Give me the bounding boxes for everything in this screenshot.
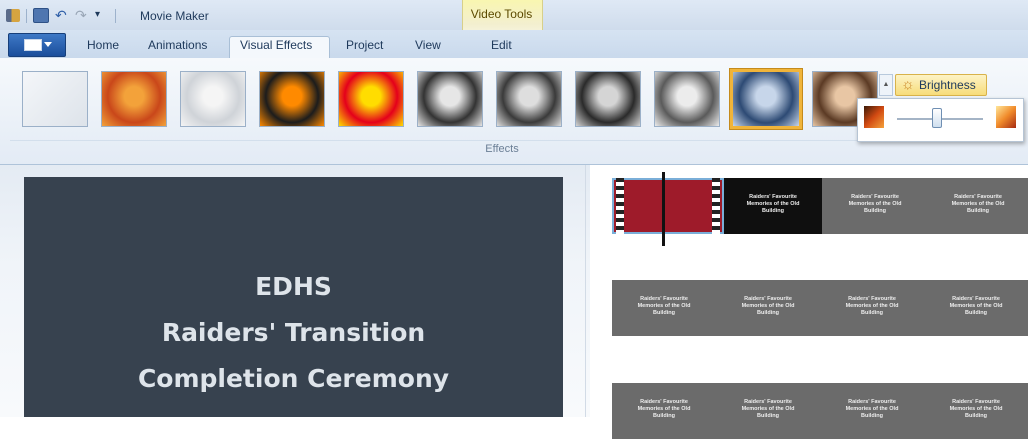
frame-caption-line: Raiders' Favourite bbox=[640, 399, 688, 405]
group-separator bbox=[10, 140, 994, 141]
storyboard-frame[interactable]: Raiders' Favourite Memories of the Old Bui… bbox=[924, 280, 1028, 336]
save-icon[interactable] bbox=[33, 8, 49, 23]
frame-caption-line: Building bbox=[653, 310, 675, 316]
frame-caption-line: Memories of the Old bbox=[637, 303, 691, 309]
preview-title-line-2: Raiders' Transition bbox=[161, 318, 426, 347]
storyboard-frame[interactable]: Raiders' Favourite Memories of the Old Bui… bbox=[924, 383, 1028, 439]
storyboard-frame[interactable]: Raiders' Favourite Memories of the Old Bui… bbox=[724, 178, 822, 234]
playhead-indicator[interactable] bbox=[662, 172, 665, 246]
frame-caption: Raiders' Favourite Memories of the Old Bui… bbox=[612, 296, 716, 317]
frame-caption-line: Memories of the Old bbox=[845, 406, 899, 412]
quick-access-toolbar: ↶ ↷ ▾ bbox=[6, 8, 116, 23]
frame-caption-line: Building bbox=[965, 310, 987, 316]
brightness-sun-icon: ☼ bbox=[901, 76, 915, 93]
frame-caption: Raiders' Favourite Memories of the Old Bui… bbox=[928, 194, 1028, 215]
effect-thumbnail-black-and-white-red[interactable] bbox=[575, 71, 641, 127]
brightness-slider-thumb[interactable] bbox=[932, 108, 942, 128]
effect-thumbnail-black-and-white-orange[interactable] bbox=[496, 71, 562, 127]
storyboard-frame[interactable]: Raiders' Favourite Memories of the Old Bui… bbox=[822, 178, 928, 234]
effects-group-label: Effects bbox=[485, 143, 519, 155]
redo-icon[interactable]: ↷ bbox=[75, 8, 89, 22]
storyboard-frame[interactable]: Raiders' Favourite Memories of the Old Bui… bbox=[612, 383, 716, 439]
film-strip-edge bbox=[616, 178, 624, 234]
frame-caption: Raiders' Favourite Memories of the Old Bui… bbox=[724, 194, 822, 215]
chevron-down-icon bbox=[44, 42, 52, 47]
preview-title-line-1: EDHS bbox=[255, 272, 332, 301]
effect-thumbnail-posterize[interactable] bbox=[338, 71, 404, 127]
frame-caption-line: Memories of the Old bbox=[741, 406, 795, 412]
effect-thumbnail-black-and-white-yellow[interactable] bbox=[654, 71, 720, 127]
preview-title-line-3: Completion Ceremony bbox=[137, 364, 450, 393]
undo-icon[interactable]: ↶ bbox=[55, 8, 69, 22]
effect-thumbnail-black-and-white[interactable] bbox=[417, 71, 483, 127]
effect-thumbnail-no-effect[interactable] bbox=[22, 71, 88, 127]
tab-home[interactable]: Home bbox=[87, 38, 119, 52]
frame-caption-line: Raiders' Favourite bbox=[640, 296, 688, 302]
frame-caption-line: Memories of the Old bbox=[951, 201, 1005, 207]
frame-caption: Raiders' Favourite Memories of the Old Bui… bbox=[822, 194, 928, 215]
storyboard-row[interactable]: Raiders' Favourite Memories of the Old Bui… bbox=[612, 280, 1028, 336]
window-title: Movie Maker bbox=[140, 9, 209, 23]
effect-thumbnail-blur[interactable] bbox=[101, 71, 167, 127]
tab-view[interactable]: View bbox=[415, 38, 441, 52]
frame-caption-line: Building bbox=[967, 208, 989, 214]
tab-visual-effects[interactable]: Visual Effects bbox=[240, 38, 312, 52]
effect-thumbnail-threshold[interactable] bbox=[259, 71, 325, 127]
frame-caption-line: Memories of the Old bbox=[949, 406, 1003, 412]
frame-caption-line: Memories of the Old bbox=[741, 303, 795, 309]
frame-caption: Raiders' Favourite Memories of the Old Bui… bbox=[820, 296, 924, 317]
separator bbox=[115, 8, 116, 23]
storyboard-frame[interactable]: Raiders' Favourite Memories of the Old Bui… bbox=[716, 383, 820, 439]
app-icon bbox=[6, 9, 20, 22]
tab-project[interactable]: Project bbox=[346, 38, 383, 52]
gallery-scroll-up-button[interactable]: ▲ bbox=[879, 74, 893, 96]
storyboard-frame[interactable]: Raiders' Favourite Memories of the Old Bui… bbox=[820, 383, 924, 439]
storyboard-row[interactable]: Raiders' Favourite Memories of the Old Bui… bbox=[612, 383, 1028, 439]
frame-caption-line: Memories of the Old bbox=[746, 201, 800, 207]
frame-caption-line: Building bbox=[861, 310, 883, 316]
frame-caption-line: Raiders' Favourite bbox=[744, 399, 792, 405]
frame-caption-line: Raiders' Favourite bbox=[952, 296, 1000, 302]
video-tools-label: Video Tools bbox=[470, 7, 533, 21]
frame-caption-line: Building bbox=[864, 208, 886, 214]
file-menu-icon bbox=[24, 39, 42, 51]
frame-caption-line: Memories of the Old bbox=[848, 201, 902, 207]
frame-caption-line: Raiders' Favourite bbox=[851, 194, 899, 200]
frame-caption-line: Raiders' Favourite bbox=[744, 296, 792, 302]
effect-thumbnail-edge-detection[interactable] bbox=[180, 71, 246, 127]
selected-clip-outline bbox=[612, 178, 724, 234]
frame-caption: Raiders' Favourite Memories of the Old Bui… bbox=[924, 296, 1028, 317]
effect-thumbnail-cyanotype[interactable] bbox=[730, 69, 802, 129]
frame-caption-line: Raiders' Favourite bbox=[954, 194, 1002, 200]
brightness-label: Brightness bbox=[919, 78, 976, 92]
brighter-brightness-icon bbox=[996, 106, 1016, 128]
customize-toolbar-icon[interactable]: ▾ bbox=[95, 9, 109, 22]
frame-caption-line: Memories of the Old bbox=[637, 406, 691, 412]
storyboard-frame[interactable]: Raiders' Favourite Memories of the Old Bui… bbox=[612, 280, 716, 336]
darker-brightness-icon bbox=[864, 106, 884, 128]
storyboard-frame[interactable]: Raiders' Favourite Memories of the Old Bui… bbox=[716, 280, 820, 336]
frame-caption-line: Memories of the Old bbox=[949, 303, 1003, 309]
tab-animations[interactable]: Animations bbox=[148, 38, 207, 52]
tab-edit[interactable]: Edit bbox=[491, 38, 512, 52]
frame-caption-line: Raiders' Favourite bbox=[749, 194, 797, 200]
frame-caption: Raiders' Favourite Memories of the Old Bui… bbox=[716, 296, 820, 317]
frame-caption-line: Building bbox=[762, 208, 784, 214]
frame-caption-line: Raiders' Favourite bbox=[848, 399, 896, 405]
separator bbox=[26, 8, 27, 23]
pane-divider[interactable] bbox=[585, 165, 586, 417]
storyboard-frame[interactable]: Raiders' Favourite Memories of the Old Bui… bbox=[820, 280, 924, 336]
frame-caption-line: Raiders' Favourite bbox=[952, 399, 1000, 405]
frame-caption-line: Raiders' Favourite bbox=[848, 296, 896, 302]
frame-caption-line: Building bbox=[757, 310, 779, 316]
film-strip-edge bbox=[712, 178, 720, 234]
storyboard-frame[interactable]: Raiders' Favourite Memories of the Old Bui… bbox=[928, 178, 1028, 234]
frame-caption-line: Memories of the Old bbox=[845, 303, 899, 309]
